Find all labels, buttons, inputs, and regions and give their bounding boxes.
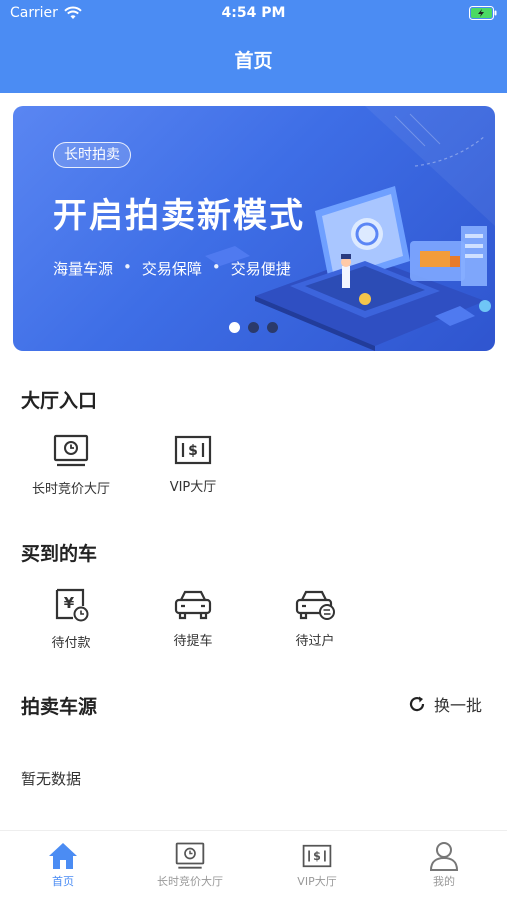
tab-label: VIP大厅	[297, 875, 337, 888]
hall-section-title: 大厅入口	[21, 390, 98, 412]
purchased-item-label: 待过户	[295, 634, 335, 649]
hall-item-long-auction[interactable]: 长时竞价大厅	[16, 434, 126, 497]
purchased-item-pending-pickup[interactable]: 待提车	[138, 588, 248, 649]
svg-text:$: $	[188, 443, 198, 459]
car-icon	[174, 590, 212, 620]
purchased-item-label: 待付款	[51, 636, 91, 651]
cash-icon: $	[302, 844, 332, 868]
hall-item-vip[interactable]: $ VIP大厅	[138, 434, 248, 495]
banner-feature: 交易便捷	[230, 260, 291, 278]
monitor-clock-icon	[53, 434, 89, 467]
auction-section-title: 拍卖车源	[21, 696, 98, 718]
svg-text:¥: ¥	[64, 594, 75, 612]
banner-feature: 海量车源	[53, 260, 114, 278]
carousel-dot[interactable]	[229, 322, 240, 333]
tab-vip[interactable]: $ VIP大厅	[254, 841, 380, 889]
battery-icon	[469, 6, 497, 24]
carousel-dot[interactable]	[248, 322, 259, 333]
hall-item-label: VIP大厅	[169, 480, 217, 495]
status-time: 4:54 PM	[221, 5, 286, 21]
carousel-indicator	[229, 322, 278, 333]
bottom-tab-bar: 首页 长时竞价大厅 $ VIP大厅 我的	[0, 830, 507, 901]
promo-banner[interactable]: 长时拍卖 开启拍卖新模式 海量车源 • 交易保障 • 交易便捷	[13, 106, 495, 351]
banner-tag: 长时拍卖	[53, 142, 131, 168]
banner-feature: 交易保障	[141, 260, 202, 278]
refresh-icon	[409, 696, 425, 712]
tab-mine[interactable]: 我的	[381, 841, 507, 889]
bullet-dot: •	[123, 258, 132, 276]
banner-headline: 开启拍卖新模式	[53, 196, 305, 236]
monitor-clock-icon	[175, 842, 205, 869]
user-icon	[429, 842, 459, 871]
tab-label: 长时竞价大厅	[157, 875, 223, 888]
refresh-label: 换一批	[434, 696, 483, 715]
purchased-item-pending-payment[interactable]: ¥ 待付款	[16, 588, 126, 651]
tab-home[interactable]: 首页	[0, 841, 126, 889]
banner-features: 海量车源 • 交易保障 • 交易便捷	[53, 258, 291, 279]
empty-state-text: 暂无数据	[21, 770, 82, 788]
car-transfer-icon	[295, 590, 335, 620]
cash-icon: $	[174, 435, 212, 465]
svg-text:$: $	[313, 850, 321, 863]
bullet-dot: •	[211, 258, 221, 276]
page-title: 首页	[234, 50, 273, 72]
purchased-item-pending-transfer[interactable]: 待过户	[260, 588, 370, 649]
status-bar: Carrier 4:54 PM	[0, 0, 507, 28]
top-bar: Carrier 4:54 PM 首页	[0, 0, 507, 93]
refresh-button[interactable]: 换一批	[408, 692, 482, 716]
carousel-dot[interactable]	[267, 322, 278, 333]
yuan-clock-icon: ¥	[55, 588, 89, 622]
tab-label: 我的	[433, 875, 455, 888]
purchased-item-label: 待提车	[173, 634, 213, 649]
hall-item-label: 长时竞价大厅	[31, 482, 110, 497]
home-icon	[49, 843, 77, 869]
tab-label: 首页	[52, 875, 74, 888]
tab-long-auction[interactable]: 长时竞价大厅	[127, 841, 253, 889]
purchased-section-title: 买到的车	[21, 543, 98, 565]
